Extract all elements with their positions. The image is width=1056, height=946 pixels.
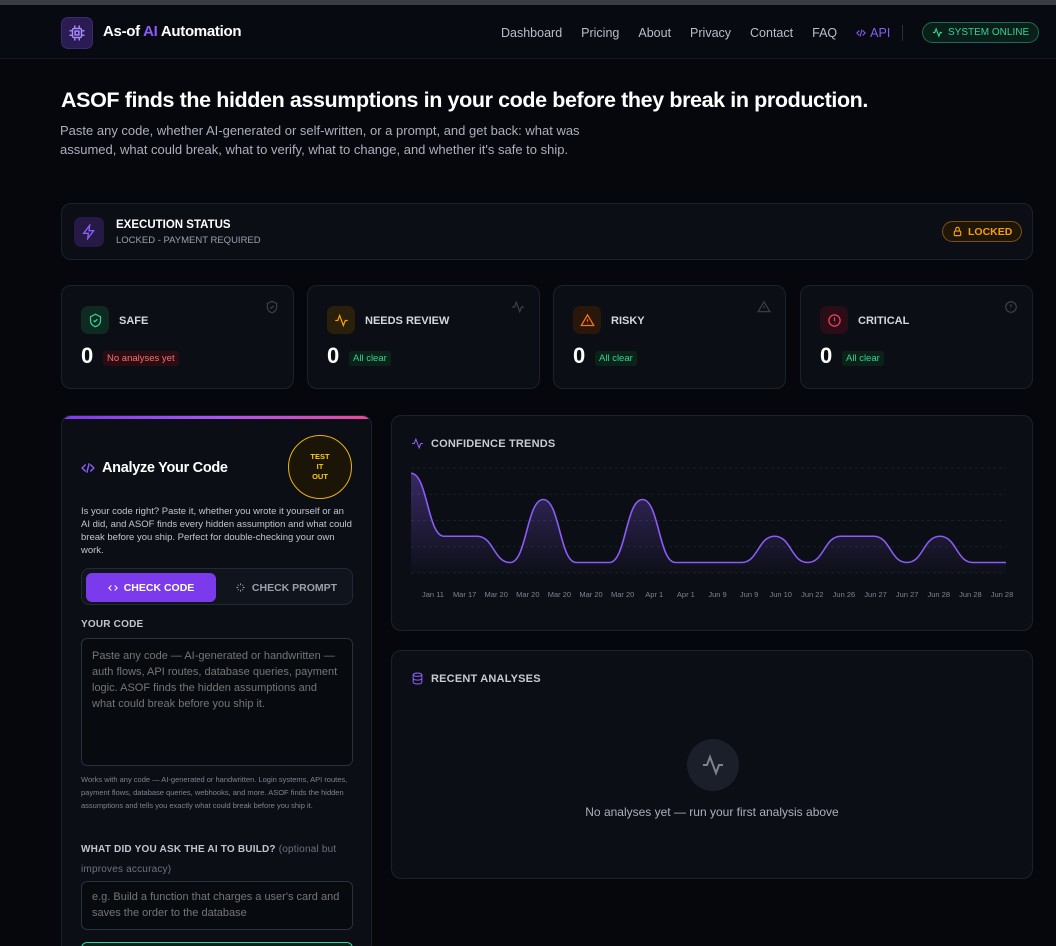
sparkles-icon xyxy=(236,583,245,592)
nav-link-about[interactable]: About xyxy=(638,26,671,40)
nav-divider xyxy=(902,25,903,41)
code-help-text: Works with any code — AI-generated or ha… xyxy=(81,775,348,810)
stat-label: RISKY xyxy=(611,315,645,327)
x-tick-label: Jun 9 xyxy=(708,590,726,599)
x-tick-label: Mar 20 xyxy=(579,590,602,599)
activity-icon xyxy=(687,739,739,791)
tab-check-code[interactable]: CHECK CODE xyxy=(86,573,216,602)
x-tick-label: Mar 20 xyxy=(611,590,634,599)
execution-status-card: EXECUTION STATUS LOCKED - PAYMENT REQUIR… xyxy=(61,203,1033,260)
x-tick-label: Jun 28 xyxy=(991,590,1014,599)
stat-note: All clear xyxy=(349,351,391,366)
x-tick-label: Jun 28 xyxy=(928,590,951,599)
test-it-out-badge[interactable]: TEST IT OUT xyxy=(288,435,352,499)
shield-icon xyxy=(265,300,279,319)
x-tick-label: Jun 27 xyxy=(864,590,887,599)
activity-icon xyxy=(327,306,355,334)
system-status-badge: SYSTEM ONLINE xyxy=(922,22,1040,43)
confidence-trends-chart: Jan 11 Mar 17 Mar 20 Mar 20 Mar 20 Mar 20 Mar … xyxy=(410,467,1014,599)
x-tick-label: Apr 1 xyxy=(677,590,695,599)
code-icon xyxy=(856,29,867,37)
gradient-accent-bar xyxy=(62,416,371,419)
x-tick-label: Jun 28 xyxy=(959,590,982,599)
database-icon xyxy=(412,672,423,685)
your-code-label: YOUR CODE xyxy=(81,619,144,630)
chart-series-line xyxy=(410,472,1006,564)
nav-link-dashboard[interactable]: Dashboard xyxy=(501,26,562,40)
activity-icon xyxy=(511,300,525,319)
x-tick-label: Jun 26 xyxy=(833,590,856,599)
nav-link-privacy[interactable]: Privacy xyxy=(690,26,731,40)
recent-analyses-panel: RECENT ANALYSES No analyses yet — run yo… xyxy=(391,650,1033,879)
nav-link-faq[interactable]: FAQ xyxy=(812,26,837,40)
execution-status-title: EXECUTION STATUS xyxy=(116,219,231,231)
lightning-icon xyxy=(74,217,104,247)
x-tick-label: Apr 1 xyxy=(645,590,663,599)
code-input[interactable] xyxy=(81,638,353,766)
code-icon xyxy=(81,463,95,473)
stat-value: 0 xyxy=(327,343,340,368)
activity-icon xyxy=(932,27,943,38)
nav-link-contact[interactable]: Contact xyxy=(750,26,793,40)
analyze-submit-button[interactable] xyxy=(81,942,353,946)
nav-link-pricing[interactable]: Pricing xyxy=(581,26,619,40)
analyze-code-panel: Analyze Your Code TEST IT OUT Is your co… xyxy=(61,415,372,946)
x-tick-label: Jun 27 xyxy=(896,590,919,599)
page-subtitle: Paste any code, whether AI-generated or … xyxy=(60,123,580,157)
brand-name[interactable]: As-of AI Automation xyxy=(103,23,241,40)
stat-note: All clear xyxy=(842,351,884,366)
prompt-input[interactable] xyxy=(81,881,353,930)
page-title: ASOF finds the hidden assumptions in you… xyxy=(61,88,868,112)
stat-note: No analyses yet xyxy=(103,351,179,366)
analyze-description: Is your code right? Paste it, whether yo… xyxy=(81,506,352,556)
top-navbar: As-of AI Automation Dashboard Pricing Ab… xyxy=(0,5,1056,59)
stat-card-needs-review: NEEDS REVIEW 0 All clear xyxy=(307,285,540,389)
x-tick-label: Mar 20 xyxy=(548,590,571,599)
confidence-trends-panel: CONFIDENCE TRENDS Jan 11 Mar 17 Mar 20 Mar … xyxy=(391,415,1033,631)
stat-label: SAFE xyxy=(119,315,149,327)
stat-card-risky: RISKY 0 All clear xyxy=(553,285,786,389)
recent-analyses-title: RECENT ANALYSES xyxy=(411,672,541,685)
alert-circle-icon xyxy=(1004,300,1018,319)
stat-card-safe: SAFE 0 No analyses yet xyxy=(61,285,294,389)
stat-note: All clear xyxy=(595,351,637,366)
stat-value: 0 xyxy=(573,343,586,368)
stat-card-critical: CRITICAL 0 All clear xyxy=(800,285,1033,389)
x-tick-label: Jun 10 xyxy=(769,590,792,599)
x-tick-label: Mar 20 xyxy=(485,590,508,599)
x-tick-label: Mar 20 xyxy=(516,590,539,599)
alert-circle-icon xyxy=(820,306,848,334)
stat-value: 0 xyxy=(81,343,94,368)
chip-logo-icon[interactable] xyxy=(61,17,93,49)
stat-value: 0 xyxy=(820,343,833,368)
stat-label: CRITICAL xyxy=(858,315,910,327)
nav-link-api[interactable]: API xyxy=(856,26,890,40)
x-tick-label: Jan 11 xyxy=(422,590,444,599)
code-icon xyxy=(107,584,118,591)
locked-badge[interactable]: LOCKED xyxy=(942,221,1023,242)
prompt-label: WHAT DID YOU ASK THE AI TO BUILD? (optio… xyxy=(81,844,337,875)
warning-triangle-icon xyxy=(573,306,601,334)
shield-check-icon xyxy=(81,306,109,334)
empty-state-text: No analyses yet — run your first analysi… xyxy=(585,805,839,819)
nav-links: Dashboard Pricing About Privacy Contact … xyxy=(501,26,909,40)
x-tick-label: Jun 22 xyxy=(801,590,824,599)
x-tick-label: Jun 9 xyxy=(740,590,758,599)
execution-status-subtitle: LOCKED - PAYMENT REQUIRED xyxy=(116,235,261,246)
check-mode-tabs: CHECK CODE CHECK PROMPT xyxy=(81,568,353,605)
analyze-title: Analyze Your Code xyxy=(81,460,228,476)
tab-check-prompt[interactable]: CHECK PROMPT xyxy=(222,573,350,602)
lock-icon xyxy=(953,226,962,237)
x-tick-label: Mar 17 xyxy=(453,590,476,599)
stat-label: NEEDS REVIEW xyxy=(365,315,450,327)
warning-triangle-icon xyxy=(757,300,771,319)
